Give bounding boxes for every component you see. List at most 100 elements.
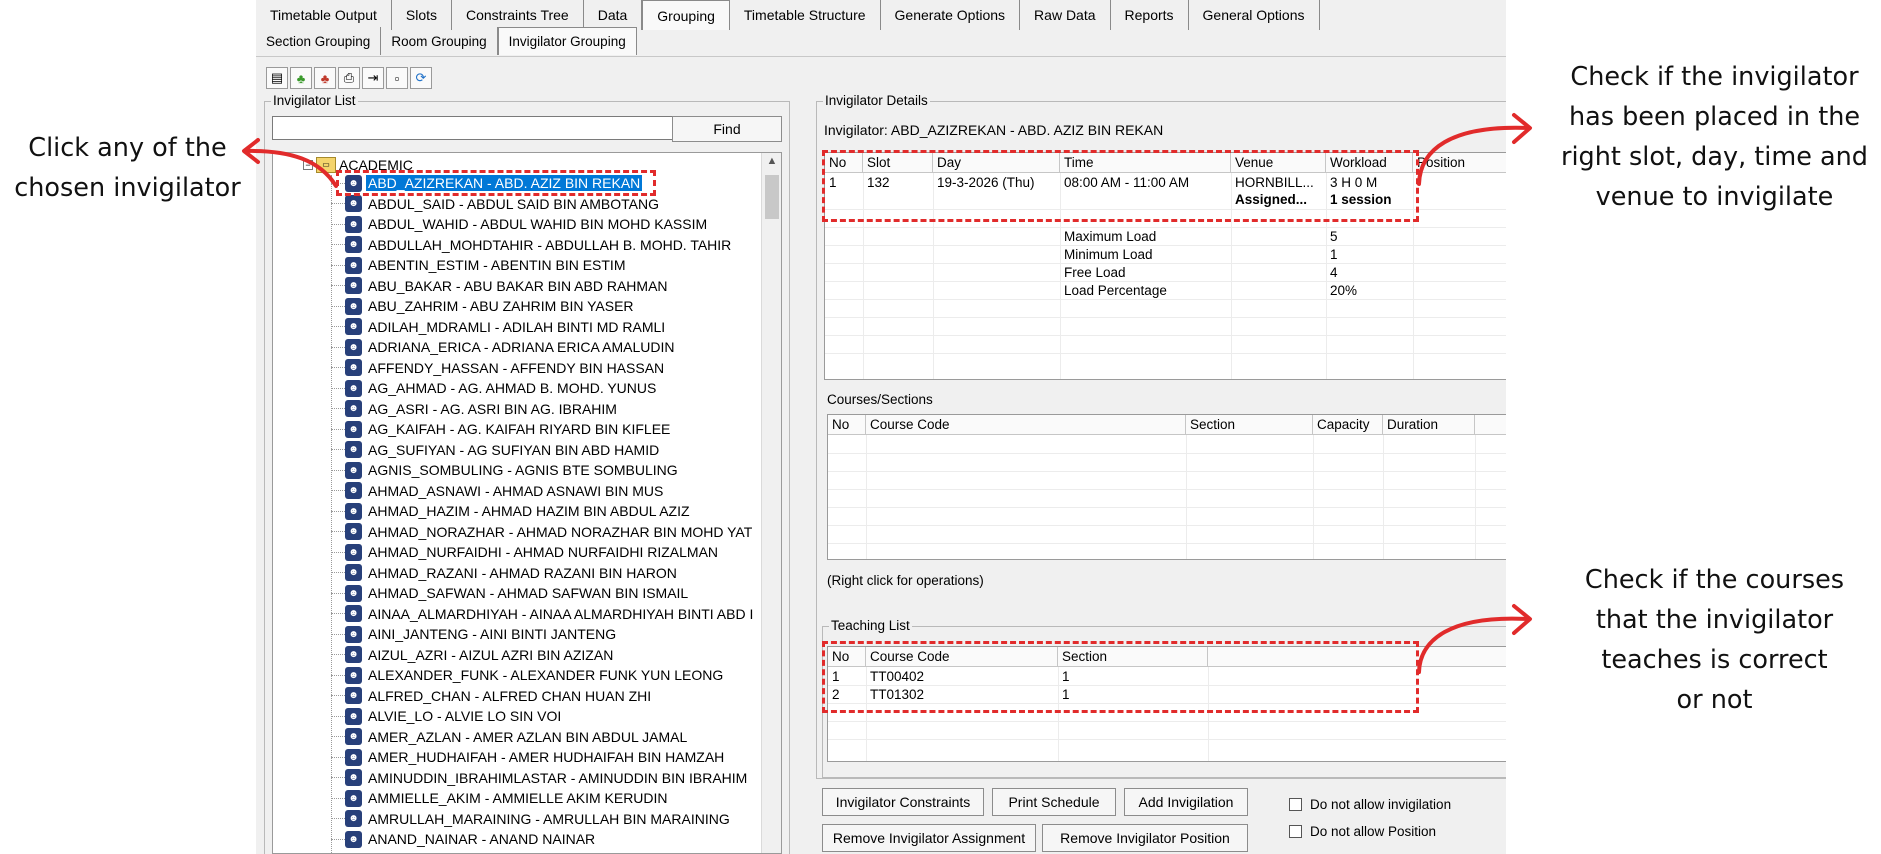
list-item[interactable]: ☻ AHMAD_SAFWAN - AHMAD SAFWAN BIN ISMAIL <box>331 583 761 604</box>
tree-root-academic[interactable]: − ▭ ACADEMIC <box>303 157 413 173</box>
col-section[interactable]: Section <box>1058 647 1208 667</box>
tab-constraints-tree[interactable]: Constraints Tree <box>452 0 584 30</box>
refresh-icon[interactable]: ⟳ <box>410 67 432 89</box>
list-item[interactable]: ☻ ABDUL_WAHID - ABDUL WAHID BIN MOHD KASS… <box>331 214 761 235</box>
list-item[interactable]: ☻ AHMAD_NORAZHAR - AHMAD NORAZHAR BIN MOH… <box>331 522 761 543</box>
list-item[interactable]: ☻ AIZUL_AZRI - AIZUL AZRI BIN AZIZAN <box>331 645 761 666</box>
list-item[interactable]: ☻ AMER_HUDHAIFAH - AMER HUDHAIFAH BIN HAM… <box>331 747 761 768</box>
tree-scrollbar[interactable]: ▲ <box>761 153 781 853</box>
list-item[interactable]: ☻ AHMAD_NURFAIDHI - AHMAD NURFAIDHI RIZAL… <box>331 542 761 563</box>
col-no[interactable]: No <box>828 415 866 435</box>
col-position[interactable]: Position <box>1413 153 1506 173</box>
toggle-icon[interactable]: ▫ <box>386 67 408 89</box>
invigilator-name: AIZUL_AZRI - AIZUL AZRI BIN AZIZAN <box>368 646 614 663</box>
col-no[interactable]: No <box>828 647 866 667</box>
invigilator-search-input[interactable] <box>272 116 680 140</box>
tab-timetable-structure[interactable]: Timetable Structure <box>730 0 881 30</box>
checkbox-box[interactable] <box>1289 825 1302 838</box>
list-item[interactable]: ☻ ALVIE_LO - ALVIE LO SIN VOI <box>331 706 761 727</box>
list-item[interactable]: ☻ AG_AHMAD - AG. AHMAD B. MOHD. YUNUS <box>331 378 761 399</box>
list-item[interactable]: ☻ AINAA_ALMARDHIYAH - AINAA ALMARDHIYAH B… <box>331 604 761 625</box>
list-item[interactable]: ☻ ABU_ZAHRIM - ABU ZAHRIM BIN YASER <box>331 296 761 317</box>
main-tab-bar: Timetable Output Slots Constraints Tree … <box>256 0 1320 30</box>
list-item[interactable]: ☻ ANAND_NAINAR - ANAND NAINAR <box>331 829 761 850</box>
tab-data[interactable]: Data <box>584 0 643 30</box>
person-icon: ☻ <box>345 748 362 766</box>
tree-connector <box>331 305 345 307</box>
courses-sections-table[interactable]: No Course Code Section Capacity Duration <box>827 414 1506 560</box>
person-icon: ☻ <box>345 564 362 582</box>
tab-timetable-output[interactable]: Timetable Output <box>256 0 392 30</box>
tree-connector <box>331 592 345 594</box>
list-item[interactable]: ☻ ABDUL_SAID - ABDUL SAID BIN AMBOTANG <box>331 194 761 215</box>
scroll-up-icon[interactable]: ▲ <box>762 155 781 167</box>
tab-reports[interactable]: Reports <box>1111 0 1189 30</box>
export-icon[interactable]: ⇥ <box>362 67 384 89</box>
col-section[interactable]: Section <box>1186 415 1313 435</box>
tab-grouping[interactable]: Grouping <box>642 0 730 30</box>
remove-invigilator-assignment-button[interactable]: Remove Invigilator Assignment <box>822 824 1036 852</box>
col-capacity[interactable]: Capacity <box>1313 415 1383 435</box>
list-item[interactable]: ☻ AGNIS_SOMBULING - AGNIS BTE SOMBULING <box>331 460 761 481</box>
tab-room-grouping[interactable]: Room Grouping <box>381 27 498 55</box>
no-invigilation-checkbox[interactable]: Do not allow invigilation <box>1289 797 1451 812</box>
list-item[interactable]: ☻ AHMAD_ASNAWI - AHMAD ASNAWI BIN MUS <box>331 481 761 502</box>
col-slot[interactable]: Slot <box>863 153 933 173</box>
col-course-code[interactable]: Course Code <box>866 415 1186 435</box>
print-schedule-button[interactable]: Print Schedule <box>992 788 1116 816</box>
tab-section-grouping[interactable]: Section Grouping <box>256 27 382 55</box>
list-item[interactable]: ☻ ALFRED_CHAN - ALFRED CHAN HUAN ZHI <box>331 686 761 707</box>
list-item[interactable]: ☻ AG_SUFIYAN - AG SUFIYAN BIN ABD HAMID <box>331 440 761 461</box>
list-item[interactable]: ☻ AINI_JANTENG - AINI BINTI JANTENG <box>331 624 761 645</box>
add-user-icon[interactable]: ♣ <box>290 67 312 89</box>
list-item[interactable]: ☻ ABENTIN_ESTIM - ABENTIN BIN ESTIM <box>331 255 761 276</box>
list-item[interactable]: ☻ AG_ASRI - AG. ASRI BIN AG. IBRAHIM <box>331 399 761 420</box>
list-item[interactable]: ☻ ABD_AZIZREKAN - ABD. AZIZ BIN REKAN <box>331 173 761 194</box>
tab-general-options[interactable]: General Options <box>1189 0 1320 30</box>
invigilator-constraints-button[interactable]: Invigilator Constraints <box>822 788 984 816</box>
list-item[interactable]: ☻ AHMAD_HAZIM - AHMAD HAZIM BIN ABDUL AZI… <box>331 501 761 522</box>
cell-venue: HORNBILL... <box>1235 175 1314 190</box>
col-course-code[interactable]: Course Code <box>866 647 1058 667</box>
checkbox-box[interactable] <box>1289 798 1302 811</box>
scroll-thumb[interactable] <box>765 175 779 219</box>
add-invigilation-button[interactable]: Add Invigilation <box>1124 788 1248 816</box>
callout-line: has been placed in the <box>1568 102 1861 132</box>
list-item[interactable]: ☻ ABU_BAKAR - ABU BAKAR BIN ABD RAHMAN <box>331 276 761 297</box>
tree-connector <box>331 510 345 512</box>
tab-invigilator-grouping[interactable]: Invigilator Grouping <box>497 27 637 55</box>
tree-connector <box>331 756 345 758</box>
list-item[interactable]: ☻ ALEXANDER_FUNK - ALEXANDER FUNK YUN LEO… <box>331 665 761 686</box>
collapse-icon[interactable]: − <box>303 160 313 170</box>
person-icon: ☻ <box>345 830 362 848</box>
remove-user-icon[interactable]: ♣ <box>314 67 336 89</box>
open-folder-icon[interactable]: ▤ <box>266 67 288 89</box>
list-item[interactable]: ☻ AFFENDY_HASSAN - AFFENDY BIN HASSAN <box>331 358 761 379</box>
list-item[interactable]: ☻ AMMIELLE_AKIM - AMMIELLE AKIM KERUDIN <box>331 788 761 809</box>
list-item[interactable]: ☻ ADRIANA_ERICA - ADRIANA ERICA AMALUDIN <box>331 337 761 358</box>
col-day[interactable]: Day <box>933 153 1060 173</box>
col-venue[interactable]: Venue <box>1231 153 1326 173</box>
col-time[interactable]: Time <box>1060 153 1231 173</box>
list-item[interactable]: ☻ AG_KAIFAH - AG. KAIFAH RIYARD BIN KIFLE… <box>331 419 761 440</box>
list-item[interactable]: ☻ AMRULLAH_MARAINING - AMRULLAH BIN MARAI… <box>331 809 761 830</box>
print-icon[interactable]: ⎙ <box>338 67 360 89</box>
tab-raw-data[interactable]: Raw Data <box>1020 0 1111 30</box>
list-item[interactable]: ☻ AMER_AZLAN - AMER AZLAN BIN ABDUL JAMAL <box>331 727 761 748</box>
list-item[interactable]: ☻ AHMAD_RAZANI - AHMAD RAZANI BIN HARON <box>331 563 761 584</box>
no-position-checkbox[interactable]: Do not allow Position <box>1289 824 1436 839</box>
list-item[interactable]: ☻ ABDULLAH_MOHDTAHIR - ABDULLAH B. MOHD. … <box>331 235 761 256</box>
list-item[interactable]: ☻ ADILAH_MDRAMLI - ADILAH BINTI MD RAMLI <box>331 317 761 338</box>
teaching-list-table[interactable]: No Course Code Section 1 TT00402 1 2 TT0… <box>827 646 1506 762</box>
min-load-value: 1 <box>1330 247 1338 262</box>
find-button[interactable]: Find <box>672 116 782 142</box>
tab-generate-options[interactable]: Generate Options <box>881 0 1021 30</box>
invigilator-tree[interactable]: − ▭ ACADEMIC ☻ ABD_AZIZREKAN - ABD. AZIZ … <box>272 152 782 854</box>
col-no[interactable]: No <box>825 153 863 173</box>
list-item[interactable]: ☻ AMINUDDIN_IBRAHIMLASTAR - AMINUDDIN BIN… <box>331 768 761 789</box>
invigilation-slots-table[interactable]: No Slot Day Time Venue Workload Position… <box>824 152 1506 380</box>
col-duration[interactable]: Duration <box>1383 415 1475 435</box>
col-workload[interactable]: Workload <box>1326 153 1413 173</box>
tab-slots[interactable]: Slots <box>392 0 452 30</box>
remove-invigilator-position-button[interactable]: Remove Invigilator Position <box>1042 824 1248 852</box>
